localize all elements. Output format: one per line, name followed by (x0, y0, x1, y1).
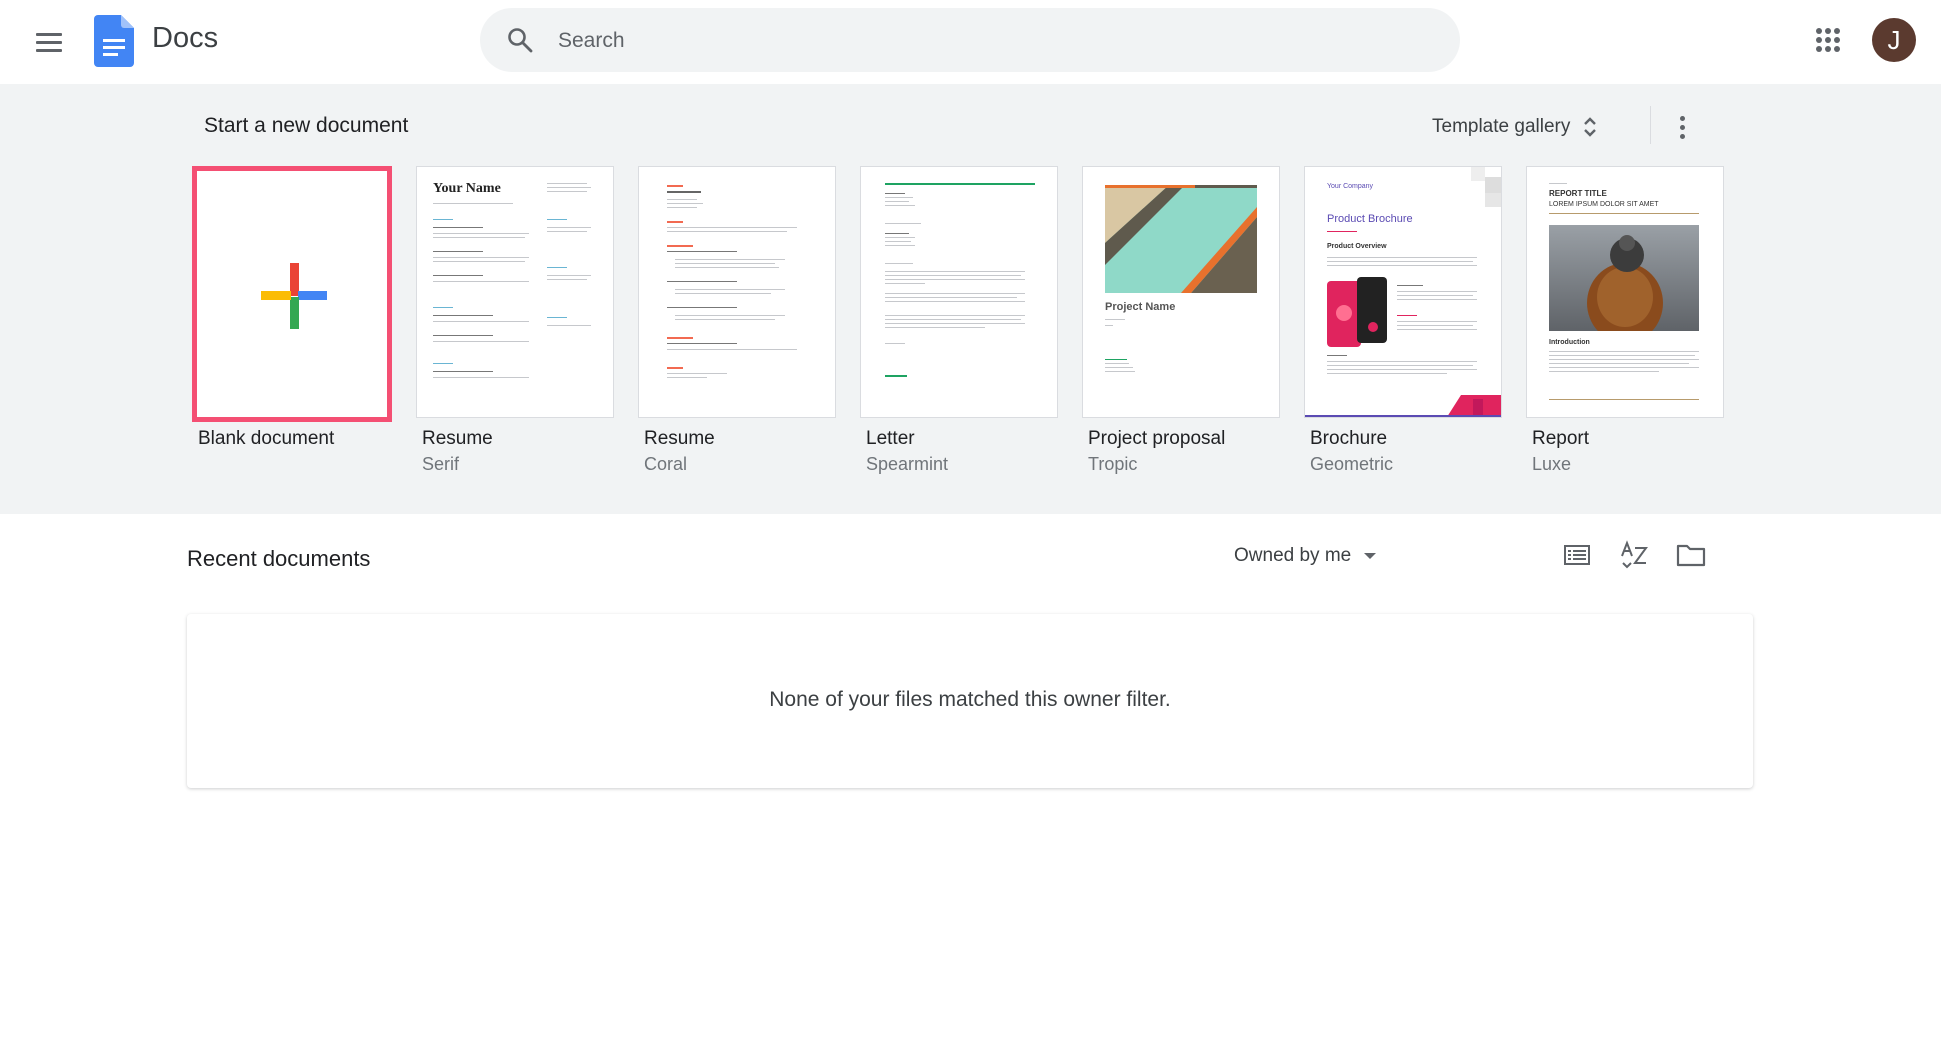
thumb-subheading: Product Overview (1327, 243, 1387, 250)
report-cover-photo (1549, 225, 1699, 331)
recent-documents-title: Recent documents (187, 546, 371, 571)
template-thumbnail[interactable]: Your Name (416, 166, 614, 418)
template-thumbnail[interactable] (860, 166, 1058, 418)
template-section: Start a new document Template gallery Bl… (0, 84, 1941, 514)
template-card-project-proposal-tropic[interactable]: Project Name Project proposal Tropic (1082, 166, 1280, 474)
folder-icon[interactable] (1674, 538, 1708, 572)
plus-icon (261, 263, 327, 329)
template-style: Spearmint (866, 454, 949, 474)
owner-filter-dropdown[interactable]: Owned by me (1234, 540, 1377, 572)
template-thumbnail[interactable]: Project Name (1082, 166, 1280, 418)
owner-filter-label: Owned by me (1234, 545, 1352, 566)
docs-logo-icon[interactable] (94, 15, 134, 72)
search-icon[interactable] (506, 26, 534, 59)
top-bar: Docs J (0, 0, 1941, 84)
template-card-blank[interactable]: Blank document (192, 166, 392, 449)
geometric-footer-graphic (1447, 395, 1501, 417)
template-card-report-luxe[interactable]: REPORT TITLE LOREM IPSUM DOLOR SIT AMET … (1526, 166, 1724, 474)
template-style: Serif (422, 454, 460, 474)
template-style: Tropic (1088, 454, 1138, 474)
divider (1650, 106, 1651, 144)
thumb-subheading: Introduction (1549, 339, 1590, 346)
template-name: Resume (644, 428, 715, 449)
template-thumbnail[interactable] (192, 166, 392, 422)
thumb-heading: REPORT TITLE (1549, 189, 1607, 198)
thumb-heading: Project Name (1105, 301, 1176, 313)
dropdown-arrow-icon (1364, 553, 1377, 559)
template-name: Project proposal (1088, 428, 1226, 449)
account-avatar[interactable]: J (1872, 18, 1916, 62)
template-name: Brochure (1310, 428, 1388, 449)
search-bar[interactable] (480, 8, 1460, 74)
template-card-resume-serif[interactable]: Your Name Resume Serif (416, 166, 614, 474)
search-input[interactable] (556, 8, 1420, 74)
more-options-icon[interactable] (1670, 112, 1694, 142)
sort-az-icon[interactable] (1617, 538, 1651, 572)
template-style: Luxe (1532, 454, 1572, 474)
template-thumbnail[interactable]: REPORT TITLE LOREM IPSUM DOLOR SIT AMET … (1526, 166, 1724, 418)
start-new-document-title: Start a new document (204, 114, 409, 137)
template-name: Resume (422, 428, 493, 449)
template-thumbnail[interactable] (638, 166, 836, 418)
template-card-letter-spearmint[interactable]: Letter Spearmint (860, 166, 1058, 474)
phone-image (1327, 277, 1387, 347)
recent-documents-panel: None of your files matched this owner fi… (187, 614, 1753, 788)
thumb-company: Your Company (1327, 183, 1374, 190)
apps-grid-icon[interactable] (1816, 28, 1840, 52)
thumb-heading: Your Name (433, 181, 501, 196)
app-title[interactable]: Docs (152, 22, 218, 55)
template-name: Report (1532, 428, 1590, 449)
template-gallery-button[interactable]: Template gallery (1432, 110, 1598, 144)
template-name: Letter (866, 428, 915, 449)
tropic-cover-graphic (1105, 185, 1257, 293)
unfold-icon (1584, 117, 1597, 137)
empty-state-message: None of your files matched this owner fi… (769, 688, 1171, 711)
thumb-heading: Product Brochure (1327, 213, 1413, 225)
template-style: Coral (644, 454, 688, 474)
main-menu-icon[interactable] (26, 22, 72, 62)
template-style: Geometric (1310, 454, 1394, 474)
template-name: Blank document (198, 428, 335, 449)
template-thumbnail[interactable]: Your Company Product Brochure Product Ov… (1304, 166, 1502, 418)
list-view-icon[interactable] (1560, 538, 1594, 572)
template-gallery-label: Template gallery (1432, 116, 1571, 137)
template-card-brochure-geometric[interactable]: Your Company Product Brochure Product Ov… (1304, 166, 1502, 474)
geometric-corner-graphic (1471, 167, 1501, 207)
thumb-subheading: LOREM IPSUM DOLOR SIT AMET (1549, 201, 1659, 208)
template-card-resume-coral[interactable]: Resume Coral (638, 166, 836, 474)
